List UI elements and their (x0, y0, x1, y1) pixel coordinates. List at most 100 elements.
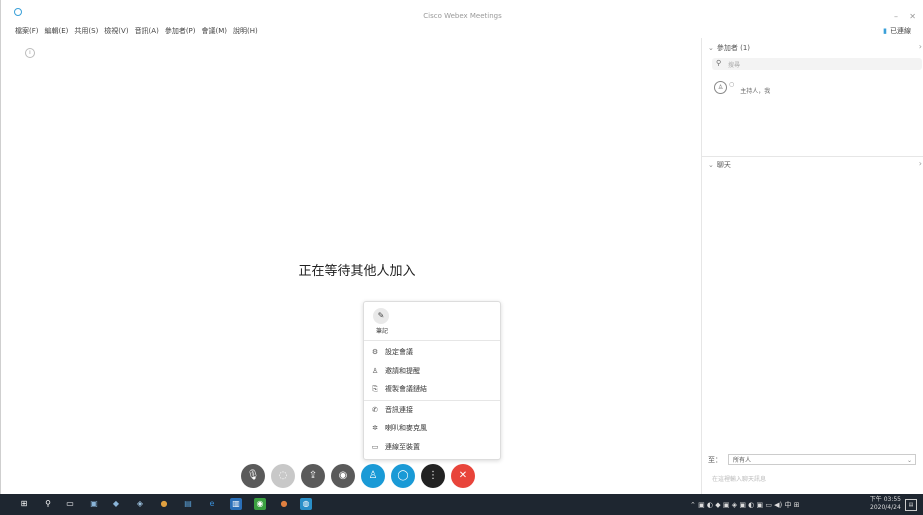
window-title: Cisco Webex Meetings (423, 12, 502, 20)
chat-button[interactable]: ◯ (391, 464, 415, 488)
record-icon: ◉ (338, 470, 348, 481)
menu-divider (364, 340, 500, 341)
close-window-button[interactable]: ✕ (909, 12, 916, 21)
more-icon: ⋮ (428, 470, 438, 481)
connection-status[interactable]: ▮ 已連線 (883, 26, 911, 36)
menu-edit[interactable]: 編輯(E) (45, 26, 69, 36)
edge-icon[interactable]: e (206, 498, 218, 510)
close-icon: ✕ (458, 470, 468, 481)
menu-item-speaker-mic[interactable]: ✲ 喇叭和麥克風 (370, 423, 427, 433)
phone-icon: ✆ (372, 406, 378, 414)
menu-item-label: 音訊連接 (385, 406, 413, 414)
menu-item-invite[interactable]: ♙ 邀請和提醒 (370, 366, 420, 376)
video-button[interactable]: ◌ (271, 464, 295, 488)
connection-status-label: 已連線 (890, 27, 911, 35)
chat-icon: ◯ (397, 470, 409, 481)
video-system-icon: ▭ (371, 443, 379, 451)
person-add-icon: ♙ (371, 367, 379, 375)
chevron-down-icon: ⌄ (708, 44, 714, 52)
system-tray-icons[interactable]: ⌃ ▣ ◐ ◆ ▣ ◈ ▣ ◐ ▣ ▭ ◀) 中 ⊞ (690, 500, 800, 510)
copy-link-icon: ⎘ (372, 384, 378, 393)
menu-divider (364, 400, 500, 401)
menu-item-label: 喇叭和麥克風 (385, 424, 427, 432)
chrome-icon[interactable]: ● (158, 498, 170, 510)
taskbar-app-icon[interactable]: ▥ (230, 498, 242, 510)
avatar-icon: ♙ (714, 80, 727, 94)
chat-panel-header[interactable]: ⌄ 聊天 (708, 160, 731, 170)
share-button[interactable]: ⇪ (301, 464, 325, 488)
participants-panel-close-icon[interactable]: › (919, 42, 922, 51)
participants-panel-header[interactable]: ⌄ 參加者 (1) (708, 43, 750, 53)
menu-item-copy-link[interactable]: ⎘ 複製會議鏈結 (370, 384, 427, 394)
microphone-icon: 🎙 (246, 470, 260, 481)
notification-icon[interactable]: ▤ (905, 499, 917, 511)
participant-row[interactable]: ♙ ○ 主持人，我 (714, 80, 771, 95)
menu-view[interactable]: 檢視(V) (104, 26, 128, 36)
minimize-button[interactable]: – (894, 12, 898, 21)
signal-icon: ▮ (883, 27, 887, 35)
menu-audio[interactable]: 音訊(A) (135, 26, 159, 36)
menu-item-meeting-settings[interactable]: ⚙ 設定會議 (370, 347, 413, 357)
participant-search-input[interactable]: ⚲ 搜尋 (712, 58, 922, 70)
waiting-message: 正在等待其他人加入 (298, 264, 416, 279)
taskbar-date: 2020/4/24 (870, 504, 901, 511)
menu-share[interactable]: 共用(S) (74, 26, 98, 36)
menu-item-label: 邀請和提醒 (385, 367, 420, 375)
participants-button[interactable]: ♙ (361, 464, 385, 488)
line-app-icon[interactable]: ◉ (254, 498, 266, 510)
chat-panel-title: 聊天 (716, 161, 731, 169)
title-bar: Cisco Webex Meetings – ✕ (1, 0, 923, 22)
menu-participants[interactable]: 參加者(P) (165, 26, 196, 36)
right-panel: ⌄ 參加者 (1) › ⚲ 搜尋 ♙ ○ 主持人，我 ⌄ 聊天 › 至： 所有人 ⌄… (701, 38, 923, 494)
search-icon: ⚲ (716, 59, 722, 67)
taskbar-app-icon[interactable]: ◈ (134, 498, 146, 510)
speaker-settings-icon: ✲ (372, 424, 378, 432)
menu-item-label: 連線至裝置 (385, 443, 420, 451)
video-off-icon: ◌ (278, 470, 288, 481)
more-button[interactable]: ⋮ (421, 464, 445, 488)
mute-button[interactable]: 🎙 (241, 464, 265, 488)
webex-taskbar-icon[interactable]: ◍ (300, 498, 312, 510)
notes-button[interactable]: ✎ (373, 308, 389, 324)
meeting-stage: i 正在等待其他人加入 (15, 38, 699, 494)
webex-window: Cisco Webex Meetings – ✕ 檔案(F) 編輯(E) 共用(… (0, 0, 923, 494)
chat-recipient-select[interactable]: 所有人 ⌄ (728, 454, 916, 465)
taskbar-time: 下午 03:55 (869, 496, 901, 503)
windows-taskbar: ⊞ ⚲ ▭ ▣ ◆ ◈ ● ▤ e ▥ ◉ ● ◍ ⌃ ▣ ◐ ◆ ▣ ◈ ▣ … (0, 494, 923, 515)
person-icon: ♙ (368, 470, 378, 481)
taskbar-app-icon[interactable]: ▤ (182, 498, 194, 510)
panel-divider (702, 156, 923, 157)
notes-icon: ✎ (377, 311, 385, 320)
windows-start-icon[interactable]: ⊞ (18, 498, 30, 510)
taskbar-app-icon[interactable]: ▣ (88, 498, 100, 510)
menu-meeting[interactable]: 會議(M) (202, 26, 228, 36)
chevron-down-icon: ⌄ (906, 457, 912, 464)
share-icon: ⇪ (308, 470, 318, 481)
firefox-icon[interactable]: ● (278, 498, 290, 510)
menu-item-label: 設定會議 (385, 348, 413, 356)
notes-label: 筆記 (375, 328, 388, 335)
chat-to-label: 至： (708, 455, 722, 464)
participants-panel-title: 參加者 (1) (716, 44, 751, 52)
gear-circle-icon: ⚙ (371, 348, 379, 356)
info-icon[interactable]: i (25, 48, 35, 58)
menu-help[interactable]: 說明(H) (233, 26, 258, 36)
end-meeting-button[interactable]: ✕ (451, 464, 475, 488)
host-badge-icon: ○ (729, 80, 735, 88)
menu-bar: 檔案(F) 編輯(E) 共用(S) 檢視(V) 音訊(A) 參加者(P) 會議(… (15, 26, 258, 36)
menu-item-label: 複製會議鏈結 (385, 385, 427, 393)
chat-panel-close-icon[interactable]: › (919, 159, 922, 168)
task-view-icon[interactable]: ▭ (64, 498, 76, 510)
chat-message-input[interactable]: 在這裡輸入聊天訊息 (712, 474, 766, 483)
chat-recipient-row: 至： 所有人 ⌄ (708, 454, 916, 465)
taskbar-app-icon[interactable]: ◆ (110, 498, 122, 510)
menu-item-audio-connection[interactable]: ✆ 音訊連接 (370, 405, 413, 415)
more-options-menu: ✎ 筆記 ⚙ 設定會議 ♙ 邀請和提醒 ⎘ 複製會議鏈結 ✆ 音訊連接 ✲ 喇叭和麥克風 … (363, 301, 501, 460)
chat-recipient-value: 所有人 (733, 457, 752, 464)
search-icon[interactable]: ⚲ (42, 498, 54, 510)
menu-file[interactable]: 檔案(F) (15, 26, 39, 36)
record-button[interactable]: ◉ (331, 464, 355, 488)
participant-role: 主持人，我 (740, 87, 771, 95)
menu-item-connect-device[interactable]: ▭ 連線至裝置 (370, 442, 420, 452)
taskbar-clock[interactable]: 下午 03:55 2020/4/24 (870, 496, 901, 512)
